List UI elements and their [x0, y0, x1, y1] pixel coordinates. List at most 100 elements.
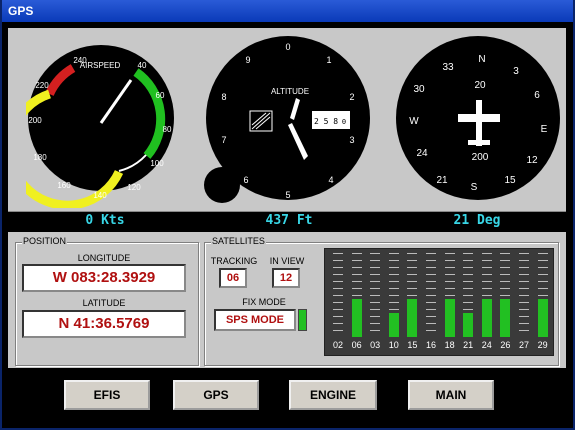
signal-tick — [519, 295, 529, 296]
signal-tick — [370, 281, 381, 282]
signal-tick — [388, 281, 399, 282]
signal-bar-18 — [444, 253, 455, 337]
signal-bar-02 — [333, 253, 343, 337]
signal-tick — [370, 316, 381, 317]
signal-tick — [388, 309, 399, 310]
signal-tick — [519, 260, 529, 261]
signal-tick — [426, 330, 436, 331]
signal-level-fill — [500, 299, 511, 337]
signal-tick — [519, 323, 529, 324]
heading-label: 21 — [436, 175, 448, 186]
signal-tick — [370, 267, 381, 268]
signal-tick — [407, 260, 418, 261]
signal-tick — [463, 267, 474, 268]
signal-tick — [370, 330, 381, 331]
prn-label: 27 — [518, 340, 529, 350]
signal-tick — [537, 295, 548, 296]
signal-tick — [333, 281, 343, 282]
prn-label: 06 — [351, 340, 362, 350]
airspeed-tick: 120 — [127, 183, 141, 192]
main-button[interactable]: MAIN — [408, 380, 494, 410]
signal-tick — [500, 260, 511, 261]
heading-label: 6 — [534, 90, 540, 101]
signal-tick — [333, 330, 343, 331]
signal-tick — [463, 302, 474, 303]
signal-tick — [537, 281, 548, 282]
signal-tick — [351, 267, 362, 268]
signal-level-fill — [537, 299, 548, 337]
altimeter-label: ALTITUDE — [271, 87, 309, 96]
inview-value: 12 — [272, 268, 300, 288]
gps-window: GPS AIRSPEED 240 40 60 80 100 120 140 16… — [0, 0, 575, 430]
signal-tick — [407, 274, 418, 275]
signal-tick — [370, 288, 381, 289]
signal-tick — [444, 281, 455, 282]
signal-tick — [481, 253, 492, 254]
heading-top-number: 20 — [474, 80, 486, 91]
airspeed-tick: 240 — [73, 56, 87, 65]
signal-tick — [463, 295, 474, 296]
heading-bottom-number: 200 — [472, 152, 489, 163]
signal-tick — [426, 260, 436, 261]
airspeed-tick: 160 — [57, 181, 71, 190]
longitude-value: W 083:28.3929 — [22, 264, 186, 292]
altimeter-number: 1 — [326, 55, 331, 65]
signal-tick — [407, 295, 418, 296]
signal-tick — [351, 288, 362, 289]
signal-tick — [426, 267, 436, 268]
altimeter-gauge: 0 1 2 3 4 5 6 7 8 9 ALTITUDE 2 5 8 0 — [204, 36, 370, 203]
altimeter-number: 6 — [243, 175, 248, 185]
airspeed-tick: 60 — [156, 91, 165, 100]
signal-tick — [333, 295, 343, 296]
signal-tick — [333, 260, 343, 261]
signal-bar-27 — [519, 253, 529, 337]
altitude-readout: 437 Ft — [265, 213, 313, 228]
signal-tick — [388, 295, 399, 296]
altimeter-number: 7 — [221, 135, 226, 145]
signal-tick — [333, 323, 343, 324]
altimeter-number: 3 — [349, 135, 354, 145]
signal-level-fill — [463, 313, 474, 337]
signal-tick — [370, 274, 381, 275]
signal-tick — [333, 316, 343, 317]
gps-button[interactable]: GPS — [173, 380, 259, 410]
airspeed-tick: 220 — [35, 81, 49, 90]
signal-tick — [519, 253, 529, 254]
signal-tick — [370, 260, 381, 261]
tracking-value: 06 — [219, 268, 247, 288]
signal-tick — [500, 253, 511, 254]
prn-label: 10 — [388, 340, 399, 350]
signal-tick — [481, 267, 492, 268]
heading-label: 33 — [442, 62, 454, 73]
signal-tick — [333, 288, 343, 289]
signal-tick — [351, 260, 362, 261]
signal-tick — [426, 253, 436, 254]
airspeed-tick: 40 — [138, 61, 147, 70]
signal-tick — [481, 295, 492, 296]
heading-label: 24 — [416, 148, 428, 159]
efis-button[interactable]: EFIS — [64, 380, 150, 410]
signal-tick — [481, 260, 492, 261]
signal-tick — [537, 253, 548, 254]
signal-tick — [481, 274, 492, 275]
signal-tick — [500, 267, 511, 268]
signal-tick — [388, 288, 399, 289]
signal-tick — [463, 288, 474, 289]
signal-tick — [407, 288, 418, 289]
signal-tick — [537, 267, 548, 268]
signal-bar-29 — [537, 253, 548, 337]
signal-tick — [426, 309, 436, 310]
signal-tick — [388, 253, 399, 254]
inview-label: IN VIEW — [269, 256, 305, 266]
prn-label: 26 — [500, 340, 511, 350]
signal-tick — [370, 323, 381, 324]
engine-button[interactable]: ENGINE — [289, 380, 377, 410]
signal-tick — [519, 302, 529, 303]
signal-tick — [500, 295, 511, 296]
signal-tick — [407, 281, 418, 282]
signal-tick — [388, 302, 399, 303]
signal-tick — [481, 281, 492, 282]
position-group-label: POSITION — [22, 236, 68, 246]
signal-tick — [407, 253, 418, 254]
fixmode-value: SPS MODE — [214, 309, 296, 331]
